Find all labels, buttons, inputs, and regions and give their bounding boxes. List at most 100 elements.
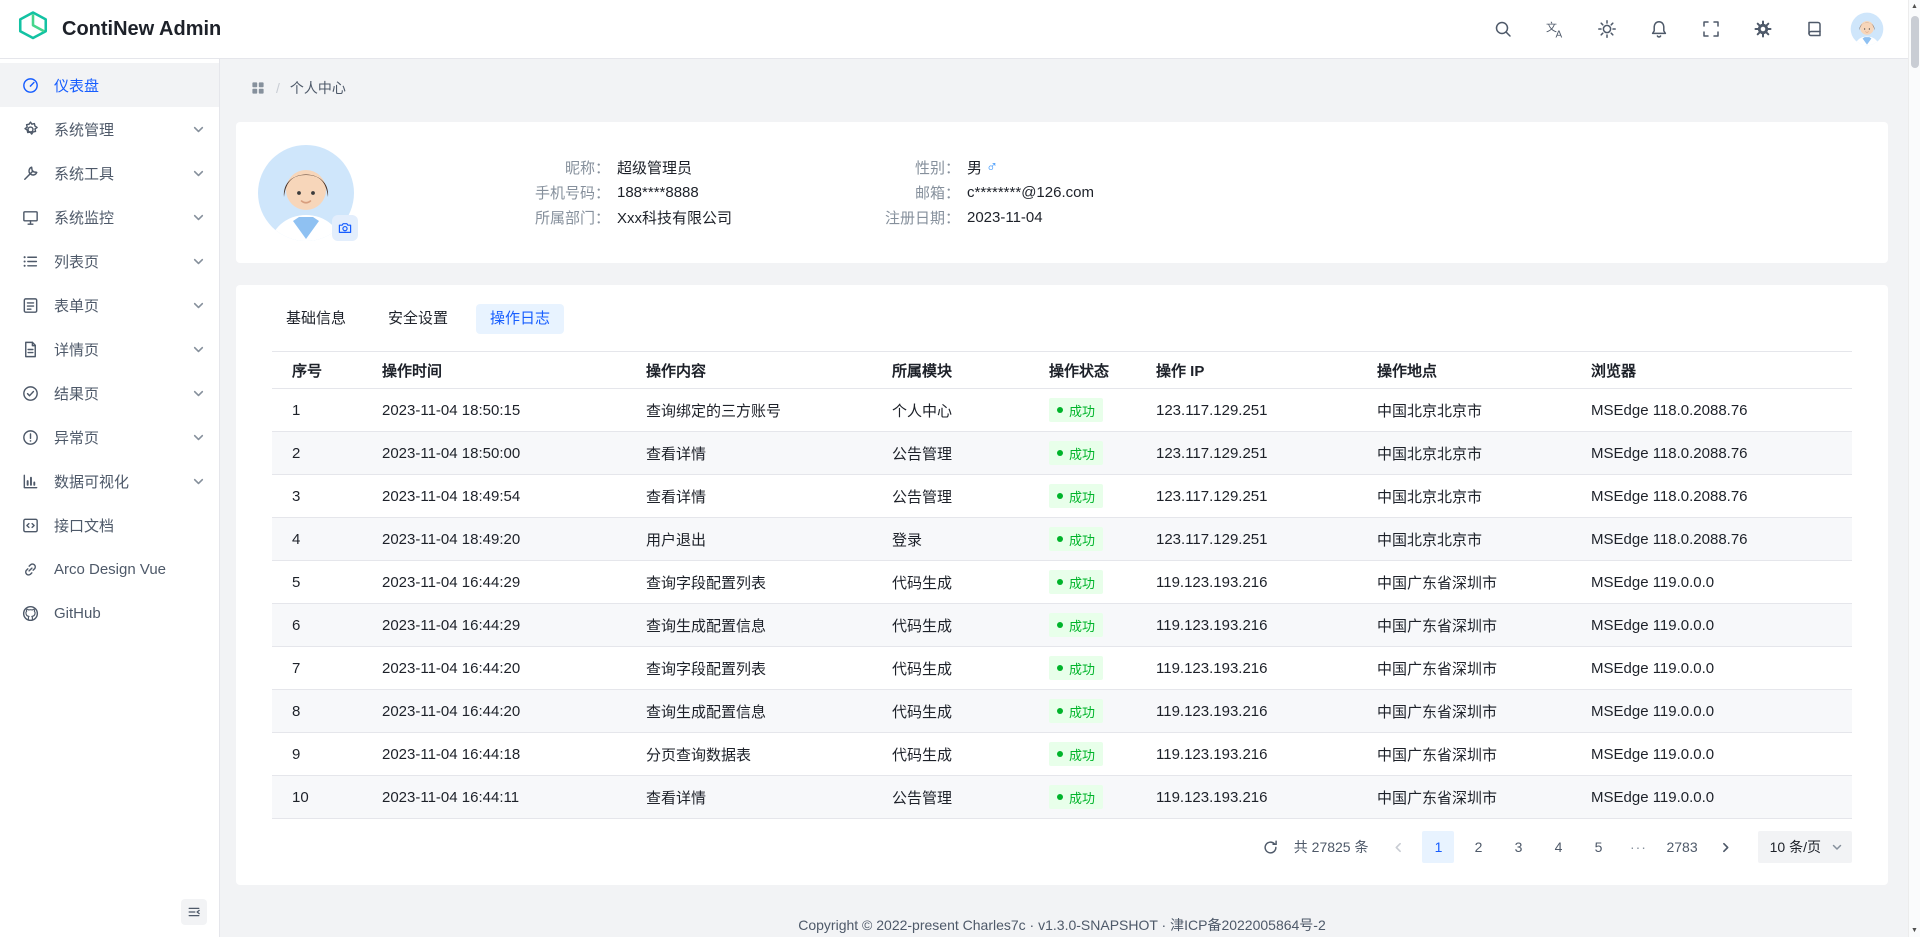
table-row: 72023-11-04 16:44:20查询字段配置列表代码生成成功119.12… (272, 647, 1852, 690)
chevron-down-icon (192, 167, 205, 180)
pagination: 共 27825 条 12345···2783 10 条/页 (272, 831, 1852, 863)
page-item-1[interactable]: 1 (1422, 831, 1454, 863)
sidebar-item-result-pages[interactable]: 结果页 (0, 371, 219, 415)
page-item-2783[interactable]: 2783 (1662, 831, 1701, 863)
status-text: 成功 (1069, 530, 1095, 549)
cell-location: 中国广东省深圳市 (1357, 604, 1571, 647)
cell-ip: 119.123.193.216 (1136, 690, 1357, 733)
cell-browser: MSEdge 118.0.2088.76 (1571, 475, 1852, 518)
refresh-icon[interactable] (1256, 832, 1286, 862)
svg-text:A: A (1556, 30, 1563, 40)
page-item-2[interactable]: 2 (1462, 831, 1494, 863)
cell-location: 中国北京北京市 (1357, 389, 1571, 432)
profile-info: 昵称：超级管理员手机号码：188****8888所属部门：Xxx科技有限公司 性… (500, 155, 1094, 230)
scrollbar-up-arrow[interactable]: ▲ (1909, 0, 1920, 13)
sidebar-item-system-monitor[interactable]: 系统监控 (0, 195, 219, 239)
camera-icon[interactable] (332, 215, 358, 241)
cell-browser: MSEdge 119.0.0.0 (1571, 604, 1852, 647)
window-scrollbar[interactable]: ▲ ▼ (1908, 0, 1920, 937)
table-row: 62023-11-04 16:44:29查询生成配置信息代码生成成功119.12… (272, 604, 1852, 647)
table-row: 22023-11-04 18:50:00查看详情公告管理成功123.117.12… (272, 432, 1852, 475)
user-avatar[interactable] (1850, 12, 1884, 46)
cell-location: 中国广东省深圳市 (1357, 733, 1571, 776)
search-icon[interactable] (1486, 12, 1520, 46)
cell-content: 查询字段配置列表 (626, 561, 872, 604)
cell-status: 成功 (1029, 561, 1136, 604)
column-header: 所属模块 (872, 352, 1029, 389)
cell-no: 8 (272, 690, 362, 733)
fullscreen-icon[interactable] (1694, 12, 1728, 46)
settings-gear-icon[interactable] (1746, 12, 1780, 46)
page-item-3[interactable]: 3 (1502, 831, 1534, 863)
theme-sun-icon[interactable] (1590, 12, 1624, 46)
profile-field-label: 注册日期： (850, 207, 960, 228)
sidebar-collapse-button[interactable] (181, 899, 207, 925)
sidebar-item-list-pages[interactable]: 列表页 (0, 239, 219, 283)
prev-page-button (1382, 831, 1414, 863)
pagination-total: 共 27825 条 (1294, 837, 1369, 857)
sidebar-item-exception-pages[interactable]: 异常页 (0, 415, 219, 459)
table-row: 32023-11-04 18:49:54查看详情公告管理成功123.117.12… (272, 475, 1852, 518)
next-page-button[interactable] (1710, 831, 1742, 863)
cell-browser: MSEdge 118.0.2088.76 (1571, 432, 1852, 475)
status-text: 成功 (1069, 573, 1095, 592)
column-header: 浏览器 (1571, 352, 1852, 389)
cell-no: 9 (272, 733, 362, 776)
exception-icon (20, 427, 40, 447)
sidebar-item-api-docs[interactable]: 接口文档 (0, 503, 219, 547)
sidebar-item-label: 表单页 (54, 295, 178, 316)
cell-ip: 119.123.193.216 (1136, 776, 1357, 819)
tab-security-settings[interactable]: 安全设置 (374, 304, 462, 334)
profile-field: 所属部门：Xxx科技有限公司 (500, 205, 850, 230)
cell-time: 2023-11-04 18:49:20 (362, 518, 626, 561)
bell-icon[interactable] (1642, 12, 1676, 46)
scrollbar-thumb[interactable] (1911, 16, 1919, 68)
operation-log-table: 序号操作时间操作内容所属模块操作状态操作 IP操作地点浏览器 12023-11-… (272, 351, 1852, 819)
page-item-5[interactable]: 5 (1582, 831, 1614, 863)
cell-content: 查询字段配置列表 (626, 647, 872, 690)
sidebar-item-detail-pages[interactable]: 详情页 (0, 327, 219, 371)
apps-icon[interactable] (250, 80, 266, 96)
api-doc-icon (20, 515, 40, 535)
profile-field-value: 男 (967, 157, 982, 178)
cell-status: 成功 (1029, 475, 1136, 518)
sidebar-item-arco-design-vue[interactable]: Arco Design Vue (0, 547, 219, 591)
tools-icon (20, 163, 40, 183)
more-pages-item[interactable]: ··· (1622, 831, 1654, 863)
result-icon (20, 383, 40, 403)
tab-operation-log[interactable]: 操作日志 (476, 304, 564, 334)
scrollbar-down-arrow[interactable]: ▼ (1909, 924, 1920, 937)
cell-status: 成功 (1029, 432, 1136, 475)
sidebar-item-system-management[interactable]: 系统管理 (0, 107, 219, 151)
logo-area[interactable]: ContiNew Admin (16, 10, 221, 48)
sidebar-item-dashboard[interactable]: 仪表盘 (0, 63, 219, 107)
cell-browser: MSEdge 119.0.0.0 (1571, 561, 1852, 604)
profile-field-value: Xxx科技有限公司 (617, 207, 732, 228)
docs-book-icon[interactable] (1798, 12, 1832, 46)
sidebar-item-system-tools[interactable]: 系统工具 (0, 151, 219, 195)
page-size-select[interactable]: 10 条/页 (1758, 831, 1852, 863)
form-icon (20, 295, 40, 315)
status-badge: 成功 (1049, 398, 1103, 422)
sidebar-item-form-pages[interactable]: 表单页 (0, 283, 219, 327)
tab-basic-info[interactable]: 基础信息 (272, 304, 360, 334)
table-row: 52023-11-04 16:44:29查询字段配置列表代码生成成功119.12… (272, 561, 1852, 604)
cell-module: 公告管理 (872, 776, 1029, 819)
chevron-down-icon (192, 387, 205, 400)
cell-module: 公告管理 (872, 432, 1029, 475)
chevron-down-icon (192, 343, 205, 356)
status-dot-icon (1057, 794, 1063, 800)
breadcrumb-separator: / (276, 80, 280, 96)
cell-no: 2 (272, 432, 362, 475)
sidebar-item-label: 系统监控 (54, 207, 178, 228)
avatar[interactable] (256, 143, 356, 243)
sidebar-item-github[interactable]: GitHub (0, 591, 219, 635)
male-icon: ♂ (986, 159, 998, 177)
tabs: 基础信息安全设置操作日志 (272, 304, 1852, 334)
page-item-4[interactable]: 4 (1542, 831, 1574, 863)
cell-browser: MSEdge 119.0.0.0 (1571, 776, 1852, 819)
translate-icon[interactable]: 文A (1538, 12, 1572, 46)
sidebar-item-data-visualization[interactable]: 数据可视化 (0, 459, 219, 503)
cell-content: 分页查询数据表 (626, 733, 872, 776)
tabs-card: 基础信息安全设置操作日志 序号操作时间操作内容所属模块操作状态操作 IP操作地点… (236, 285, 1888, 885)
